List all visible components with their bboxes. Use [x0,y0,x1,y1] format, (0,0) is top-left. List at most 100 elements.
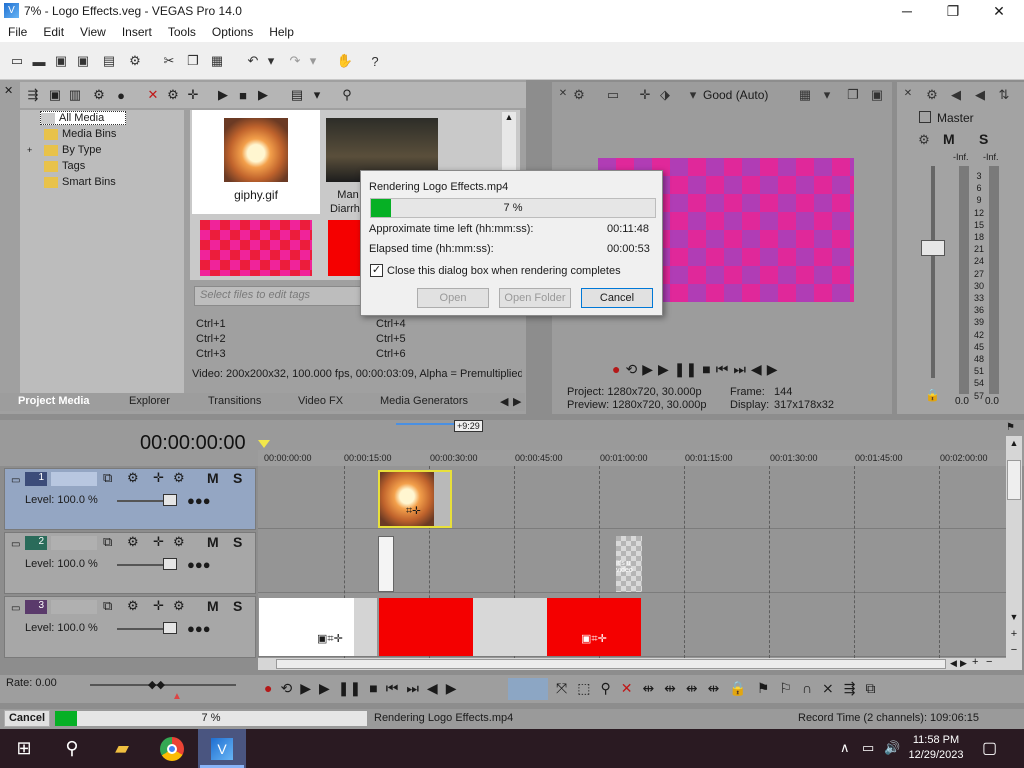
track-settings-icon[interactable]: ⚙ [173,598,185,614]
level-slider-handle[interactable] [163,622,177,634]
get-media-icon[interactable]: ▥ [66,86,84,104]
tab-media-generators[interactable]: Media Generators [380,395,468,407]
close-when-done-checkbox[interactable]: ✓ [370,264,383,277]
lock-icon[interactable]: 🔒 [729,680,746,697]
scroll-up-icon[interactable]: ▲ [1007,438,1021,448]
status-cancel-button[interactable]: Cancel [4,710,50,727]
enable-snapping-icon[interactable]: ✋ [336,52,354,70]
close-window-button[interactable]: ✕ [976,0,1022,22]
menu-insert[interactable]: Insert [114,22,160,42]
tree-item-tags[interactable]: Tags [44,160,85,172]
trim-end-icon[interactable]: ⇹ [686,680,698,697]
play-from-start-icon[interactable]: ▶ [300,680,311,697]
new-project-icon[interactable]: ▭ [8,52,26,70]
cut-icon[interactable]: ✂ [160,52,178,70]
clip-its-video[interactable]: It's u video [616,536,642,592]
auto-preview-icon[interactable]: ▶ [254,86,272,104]
auto-crossfade-icon[interactable]: ⨯ [822,680,834,697]
zoom-tool-icon[interactable]: ⚲ [600,680,610,697]
views-dropdown-icon[interactable]: ▾ [308,86,326,104]
play-icon[interactable]: ▶ [319,680,330,697]
track-mute[interactable]: M [207,598,219,614]
clock[interactable]: 11:58 PM 12/29/2023 [906,733,966,763]
globe-icon[interactable]: ● [112,86,130,104]
tree-item-media-bins[interactable]: Media Bins [44,128,116,140]
notifications-icon[interactable]: ▢ [982,738,997,758]
collapse-icon[interactable]: ▭ [11,603,20,614]
windows-start-icon[interactable]: ⊞ [0,729,48,768]
pause-icon[interactable]: ❚❚ [674,361,697,378]
vscroll-thumb[interactable] [1007,460,1021,500]
go-to-end-icon[interactable]: ⏭ [406,680,419,697]
bus-properties-icon[interactable]: ⚙ [923,86,941,104]
chrome-icon[interactable] [148,729,196,768]
tab-transitions[interactable]: Transitions [208,395,261,407]
quality-dropdown-icon[interactable]: ▾ [684,86,702,104]
file-explorer-icon[interactable]: ▰ [98,729,146,768]
track-mute[interactable]: M [207,470,219,486]
track-fx-icon[interactable]: ⚙ [127,598,139,614]
tab-project-media[interactable]: Project Media [18,395,90,407]
tray-chevron-icon[interactable]: ∧ [840,740,850,756]
expand-icon[interactable]: + [27,145,32,155]
tab-explorer[interactable]: Explorer [129,395,170,407]
clip-transition-2[interactable] [378,536,394,592]
track-header-2[interactable]: ▭ 2 ⧉ ⚙ ✛ ⚙ M S Level: 100.0 % ●●● [4,532,256,594]
dim-output-icon[interactable]: ◀ [971,86,989,104]
track-name-field[interactable] [51,472,97,486]
menu-help[interactable]: Help [261,22,302,42]
scroll-down-icon[interactable]: ▼ [1007,612,1021,622]
track-name-field[interactable] [51,600,97,614]
track-fx-icon[interactable]: ⚙ [127,470,139,486]
copy-icon[interactable]: ❐ [184,52,202,70]
import-media-icon[interactable]: ⇶ [24,86,42,104]
clip-giphy[interactable]: ⌗✛ [378,470,452,528]
clip-pan-crop-icon[interactable]: ▣⌗✛ [581,632,607,646]
volume-icon[interactable]: 🔊 [884,740,900,756]
remove-icon[interactable]: ✕ [144,86,162,104]
clip-pan-crop-icon[interactable]: ▣⌗✛ [317,632,343,646]
master-mute[interactable]: M [943,131,955,147]
track-composite-icon[interactable]: ✛ [153,598,164,614]
go-to-start-icon[interactable]: ⏮ [716,361,729,378]
track-solo[interactable]: S [233,534,242,550]
timeline-hscroll[interactable]: ◀ ▶ + − [258,656,1006,670]
maximize-button[interactable]: ❐ [930,0,976,22]
clip-red-2[interactable]: ▣⌗✛ [547,598,641,656]
undo-icon[interactable]: ↶ [244,52,262,70]
track-header-3[interactable]: ▭ 3 ⧉ ⚙ ✛ ⚙ M S Level: 100.0 % ●●● [4,596,256,658]
envelope-tool-icon[interactable]: ⤧ [556,680,567,697]
media-properties-icon[interactable]: ⚙ [164,86,182,104]
preview-fx-icon[interactable]: ⬗ [656,86,674,104]
hscroll-right-icon[interactable]: ▶ [960,658,967,669]
save-snapshot-icon[interactable]: ▣ [868,86,886,104]
open-button[interactable]: Open [417,288,489,308]
menu-tools[interactable]: Tools [160,22,204,42]
menu-file[interactable]: File [0,22,35,42]
track-compositing-icons[interactable]: ●●● [187,557,235,573]
zoom-in-h-icon[interactable]: + [972,656,978,668]
hscroll-thumb[interactable] [276,659,946,669]
zoom-out-h-icon[interactable]: − [986,656,992,668]
mixer-icon[interactable]: ⇅ [995,86,1013,104]
master-fader-handle[interactable] [921,240,945,256]
search-icon[interactable]: ⚲ [338,86,356,104]
level-slider-handle[interactable] [163,558,177,570]
loop-icon[interactable]: ⟲ [280,680,292,697]
track-compositing-icons[interactable]: ●●● [187,493,235,509]
redo-icon[interactable]: ↷ [286,52,304,70]
tree-item-smart-bins[interactable]: Smart Bins [44,176,116,188]
menu-options[interactable]: Options [204,22,261,42]
scroll-up-icon[interactable]: ▲ [502,112,516,126]
go-to-end-icon[interactable]: ⏭ [733,361,746,378]
media-item-giphy[interactable]: giphy.gif [192,110,320,214]
track-name-field[interactable] [51,536,97,550]
menu-edit[interactable]: Edit [35,22,72,42]
hscroll-left-icon[interactable]: ◀ [950,658,957,669]
lock-envelopes-icon[interactable]: ⧉ [865,680,875,697]
help-icon[interactable]: ? [366,52,384,70]
render-icon[interactable]: ▤ [100,52,118,70]
rate-slider-handle[interactable]: ◆◆ [148,678,165,691]
trim-icon[interactable]: ⇹ [642,680,654,697]
search-icon[interactable]: ⚲ [48,729,96,768]
